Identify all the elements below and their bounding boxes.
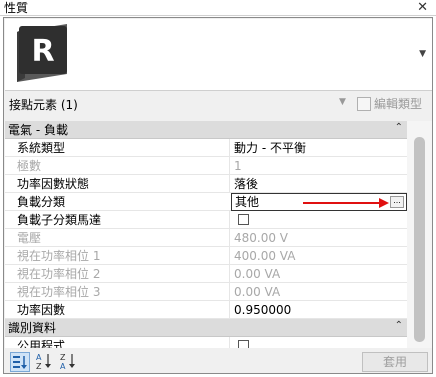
svg-text:Z: Z [36, 362, 42, 370]
bottom-toolbar: A Z Z A 套用 [5, 351, 432, 373]
sort-ascending-icon: A Z [36, 353, 51, 371]
apply-button[interactable]: 套用 [362, 352, 428, 372]
group-header-identity-data[interactable]: 識別資料 ⌃ [5, 319, 407, 337]
sort-by-category-button[interactable] [10, 352, 30, 372]
property-row: 公用程式 [5, 337, 407, 348]
revit-logo-icon: R [17, 24, 67, 82]
edit-type-button[interactable]: 編輯類型 [357, 95, 431, 113]
collapse-chevron-icon[interactable]: ⌃ [395, 122, 403, 133]
edit-type-icon [357, 97, 371, 111]
group-label: 電氣 - 負載 [8, 123, 68, 137]
properties-palette: R ▼ 接點元素 (1) ▼ 編輯類型 電氣 - 負載 ⌃ 系統類型 動力 - … [3, 17, 433, 374]
type-selector[interactable]: R ▼ [5, 19, 432, 91]
property-value: 1 [234, 159, 242, 173]
vertical-scrollbar[interactable] [407, 121, 432, 348]
utility-checkbox[interactable] [238, 340, 249, 348]
group-header-electrical-loads[interactable]: 電氣 - 負載 ⌃ [5, 121, 407, 139]
property-name: 視在功率相位 1 [17, 249, 101, 263]
property-name: 公用程式 [17, 339, 66, 348]
edit-type-label: 編輯類型 [374, 97, 423, 111]
group-label: 識別資料 [8, 321, 57, 335]
svg-text:A: A [36, 353, 42, 362]
property-value: 其他 [235, 195, 260, 209]
property-value: 480.00 V [234, 231, 289, 245]
property-row: 電壓 480.00 V [5, 229, 407, 247]
property-name: 功率因數 [17, 303, 66, 317]
property-row: 極數 1 [5, 157, 407, 175]
property-row: 功率因數 0.950000 [5, 301, 407, 319]
property-value[interactable]: 落後 [234, 176, 258, 192]
property-name: 負載分類 [17, 195, 66, 209]
properties-title-bar: 性質 ✕ [0, 0, 436, 16]
browse-button[interactable]: ... [390, 196, 404, 208]
property-name: 極數 [17, 159, 42, 173]
sort-ascending-button[interactable]: A Z [34, 352, 54, 372]
collapse-chevron-icon[interactable]: ⌃ [395, 320, 403, 331]
instance-filter-label[interactable]: 接點元素 (1) [9, 96, 78, 113]
property-row: 系統類型 動力 - 不平衡 [5, 139, 407, 157]
property-row: 視在功率相位 2 0.00 VA [5, 265, 407, 283]
property-name: 視在功率相位 3 [17, 285, 101, 299]
property-value: 400.00 VA [234, 249, 296, 263]
property-value: 0.00 VA [234, 267, 281, 281]
property-row: 功率因數狀態 落後 [5, 175, 407, 193]
property-name: 視在功率相位 2 [17, 267, 101, 281]
type-dropdown-arrow-icon[interactable]: ▼ [419, 49, 426, 59]
sort-by-category-icon [13, 356, 27, 369]
property-value[interactable]: 動力 - 不平衡 [234, 140, 306, 156]
motor-subclass-checkbox[interactable] [238, 214, 249, 225]
red-annotation-arrow-icon [303, 198, 389, 208]
property-value: 0.00 VA [234, 285, 281, 299]
instance-filter-row: 接點元素 (1) ▼ 編輯類型 [5, 93, 432, 115]
property-name: 功率因數狀態 [17, 177, 90, 191]
svg-text:Z: Z [60, 353, 66, 362]
property-row: 視在功率相位 3 0.00 VA [5, 283, 407, 301]
property-name: 負載子分類馬達 [17, 213, 102, 227]
property-value[interactable]: 0.950000 [234, 302, 291, 318]
property-name: 電壓 [17, 231, 42, 245]
property-row: 視在功率相位 1 400.00 VA [5, 247, 407, 265]
window-title: 性質 [4, 1, 29, 15]
property-name: 系統類型 [17, 141, 66, 155]
instance-dropdown-arrow-icon[interactable]: ▼ [339, 97, 346, 107]
close-icon[interactable]: ✕ [417, 0, 428, 16]
sort-descending-icon: Z A [60, 353, 75, 371]
property-row: 負載子分類馬達 [5, 211, 407, 229]
sort-descending-button[interactable]: Z A [58, 352, 78, 372]
properties-grid: 電氣 - 負載 ⌃ 系統類型 動力 - 不平衡 極數 1 功率因數狀態 落後 負… [5, 121, 407, 348]
svg-text:A: A [60, 362, 66, 370]
scrollbar-thumb[interactable] [414, 137, 425, 342]
logo-letter: R [31, 34, 54, 69]
